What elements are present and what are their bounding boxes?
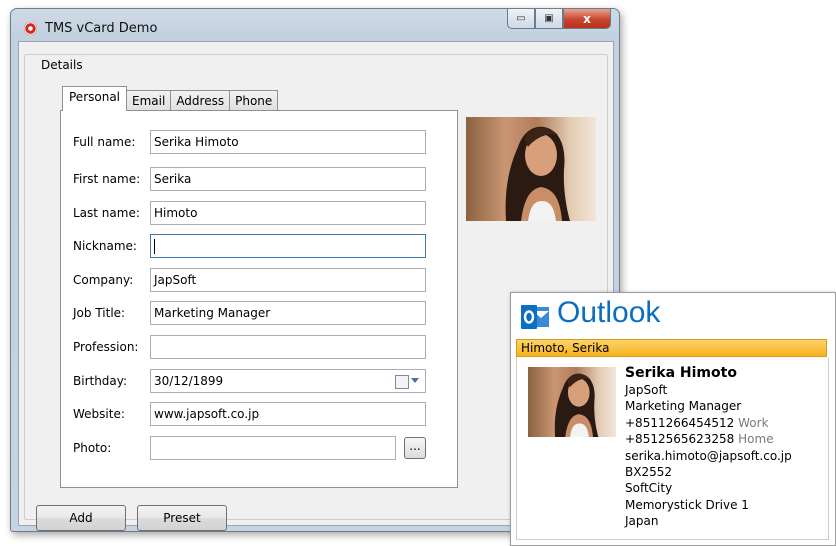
card-home-phone: +8512565623258 Home xyxy=(625,431,792,447)
preset-button[interactable]: Preset xyxy=(137,505,227,531)
card-details: Serika Himoto JapSoft Marketing Manager … xyxy=(625,365,792,530)
app-icon xyxy=(24,22,37,35)
tab-address[interactable]: Address xyxy=(170,90,231,111)
card-address-line: Japan xyxy=(625,514,659,529)
card-company: JapSoft xyxy=(625,383,668,397)
work-phone-label: Work xyxy=(738,415,769,430)
outlook-brand: Outlook xyxy=(557,296,661,329)
browse-photo-button[interactable]: ... xyxy=(404,437,426,459)
photo-path-input[interactable] xyxy=(150,436,396,460)
card-name: Serika Himoto xyxy=(625,365,737,381)
text-caret xyxy=(154,239,155,254)
card-work-phone: +8511266454512 Work xyxy=(625,415,792,431)
minimize-icon: ▭ xyxy=(516,13,526,24)
job-title-input[interactable]: Marketing Manager xyxy=(150,301,426,325)
calendar-icon[interactable] xyxy=(395,375,409,389)
full-name-label: Full name: xyxy=(73,135,136,149)
contact-header-bar[interactable]: Himoto, Serika xyxy=(516,339,827,357)
window-title: TMS vCard Demo xyxy=(45,21,158,36)
photo-label: Photo: xyxy=(73,441,112,455)
profession-input[interactable] xyxy=(150,335,426,359)
minimize-button[interactable]: ▭ xyxy=(507,9,535,29)
details-group-label: Details xyxy=(39,58,85,72)
title-bar[interactable]: TMS vCard Demo ▭ ▣ x xyxy=(11,9,619,41)
card-address-line: BX2552 xyxy=(625,465,672,480)
add-button[interactable]: Add xyxy=(36,505,126,531)
maximize-button[interactable]: ▣ xyxy=(535,9,563,29)
outlook-contact-card: Outlook Himoto, Serika Serika Himoto Jap… xyxy=(510,292,836,546)
contact-photo xyxy=(466,117,596,221)
home-phone-number: +8512565623258 xyxy=(625,432,735,447)
maximize-icon: ▣ xyxy=(544,13,554,24)
tab-strip: Personal Email Address Phone xyxy=(62,86,279,111)
nickname-input[interactable] xyxy=(150,234,426,258)
nickname-label: Nickname: xyxy=(73,239,137,253)
outlook-logo-icon xyxy=(521,305,549,329)
website-label: Website: xyxy=(73,407,125,421)
tab-personal[interactable]: Personal xyxy=(62,86,128,111)
tab-phone[interactable]: Phone xyxy=(229,90,279,111)
company-input[interactable]: JapSoft xyxy=(150,268,426,292)
first-name-label: First name: xyxy=(73,172,141,186)
card-job-title: Marketing Manager xyxy=(625,399,742,414)
home-phone-label: Home xyxy=(738,432,774,447)
last-name-label: Last name: xyxy=(73,206,140,220)
first-name-input[interactable]: Serika xyxy=(150,167,426,191)
company-label: Company: xyxy=(73,273,134,287)
contact-card-body: Serika Himoto JapSoft Marketing Manager … xyxy=(516,357,829,540)
card-contact-photo xyxy=(528,367,616,437)
chevron-down-icon[interactable] xyxy=(411,378,419,383)
tab-email[interactable]: Email xyxy=(126,90,172,111)
birthday-label: Birthday: xyxy=(73,374,128,388)
card-email: serika.himoto@japsoft.co.jp xyxy=(625,448,792,463)
birthday-value: 30/12/1899 xyxy=(154,374,224,388)
website-input[interactable]: www.japsoft.co.jp xyxy=(150,402,426,426)
personal-tab-page: Full name: Serika Himoto First name: Ser… xyxy=(60,110,458,488)
birthday-date-picker[interactable]: 30/12/1899 xyxy=(150,369,426,393)
profession-label: Profession: xyxy=(73,340,139,354)
card-portrait-image xyxy=(554,373,599,437)
close-button[interactable]: x xyxy=(563,9,611,29)
full-name-input[interactable]: Serika Himoto xyxy=(150,130,426,154)
last-name-input[interactable]: Himoto xyxy=(150,201,426,225)
work-phone-number: +8511266454512 xyxy=(625,415,735,430)
portrait-image xyxy=(505,126,570,221)
close-icon: x xyxy=(583,11,591,26)
job-title-label: Job Title: xyxy=(73,306,126,320)
card-address-line: Memorystick Drive 1 xyxy=(625,497,749,512)
caption-buttons: ▭ ▣ x xyxy=(507,9,611,29)
card-address-line: SoftCity xyxy=(625,481,673,496)
